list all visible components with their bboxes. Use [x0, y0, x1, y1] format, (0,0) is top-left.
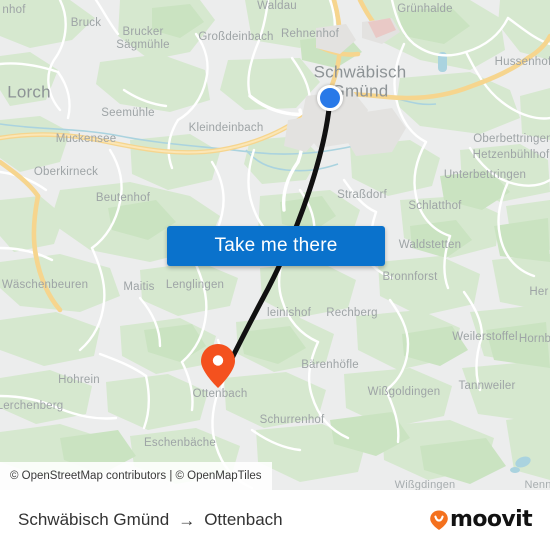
moovit-pin-icon — [430, 510, 448, 530]
footer-bar: Schwäbisch Gmünd → Ottenbach moovit — [0, 490, 550, 550]
map-attribution: © OpenStreetMap contributors | © OpenMap… — [0, 462, 272, 490]
arrow-right-icon: → — [178, 510, 196, 530]
take-me-there-button[interactable]: Take me there — [167, 226, 385, 266]
cta-label: Take me there — [214, 235, 338, 256]
route-destination-label: Ottenbach — [204, 510, 283, 529]
map-canvas[interactable]: nhof Bruck Waldau Grünhalde Brucker Sägmühle G… — [0, 0, 550, 490]
origin-marker[interactable] — [317, 85, 343, 111]
destination-marker[interactable] — [201, 344, 235, 388]
moovit-wordmark: moovit — [450, 507, 533, 532]
route-summary: Schwäbisch Gmünd → Ottenbach — [18, 510, 283, 530]
moovit-logo[interactable]: moovit — [429, 507, 533, 532]
map-pin-icon — [201, 344, 235, 388]
attribution-text: © OpenStreetMap contributors | © OpenMap… — [10, 470, 262, 482]
moovit-route-card: nhof Bruck Waldau Grünhalde Brucker Sägmühle G… — [0, 0, 550, 550]
route-origin-label: Schwäbisch Gmünd — [18, 510, 170, 529]
